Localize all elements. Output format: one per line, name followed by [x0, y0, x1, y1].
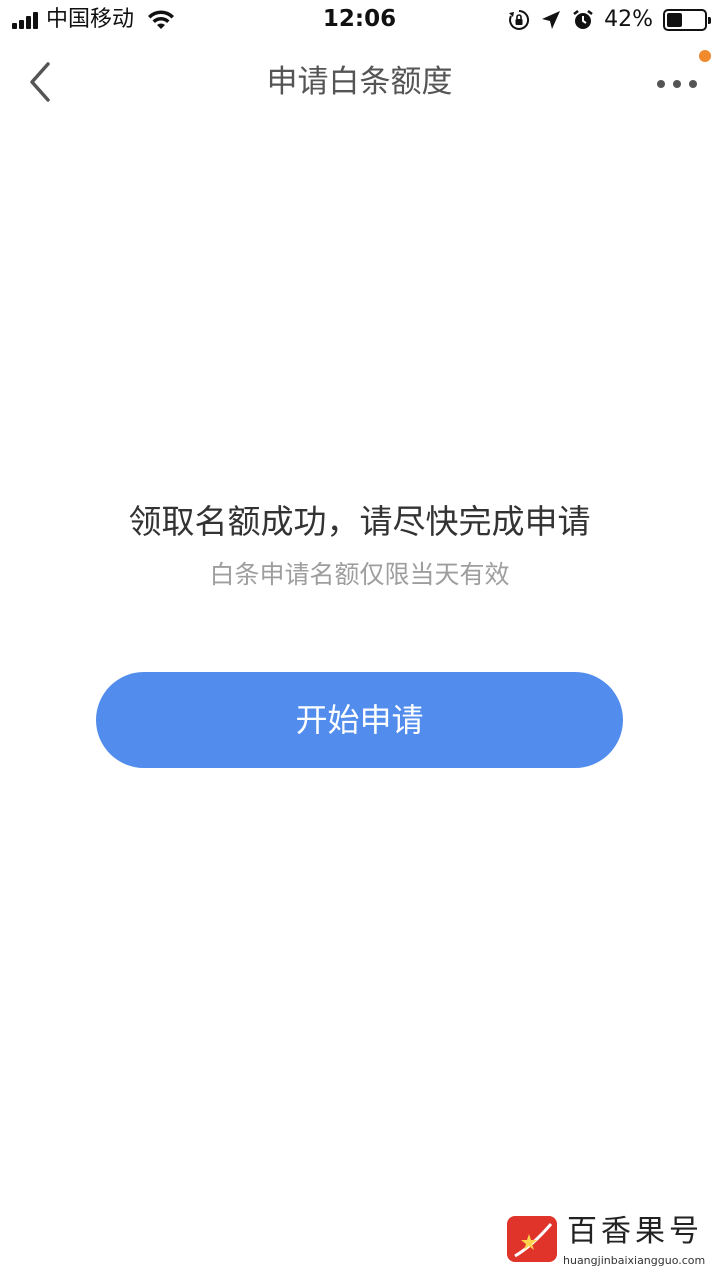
alarm-clock-icon: [573, 10, 593, 29]
app-screen: 中国移动 12:06 42% 申请白条额度 领取名额成功，请尽快完成申请 白条申…: [0, 0, 719, 1280]
nav-bar: 申请白条额度: [0, 40, 719, 124]
battery-fill: [667, 13, 683, 27]
battery-percent: 42%: [604, 7, 653, 32]
success-headline: 领取名额成功，请尽快完成申请: [128, 502, 591, 541]
status-right: 42%: [508, 7, 711, 33]
watermark-url: huangjinbaixiangguo.com: [563, 1254, 706, 1267]
watermark-logo: [507, 1216, 557, 1262]
start-apply-button[interactable]: 开始申请: [96, 672, 623, 768]
star-logo-icon: [514, 1223, 553, 1258]
battery-icon: [663, 9, 711, 31]
more-dots-icon: [657, 80, 697, 88]
status-bar: 中国移动 12:06 42%: [0, 0, 719, 40]
watermark: 百香果号 huangjinbaixiangguo.com: [507, 1212, 707, 1272]
more-button[interactable]: [653, 64, 701, 100]
notification-dot: [699, 50, 711, 62]
page-title: 申请白条额度: [266, 64, 453, 100]
location-arrow-icon: [542, 11, 561, 29]
watermark-brand: 百香果号: [567, 1214, 703, 1249]
validity-note: 白条申请名额仅限当天有效: [209, 560, 510, 589]
orientation-lock-icon: [509, 9, 530, 30]
